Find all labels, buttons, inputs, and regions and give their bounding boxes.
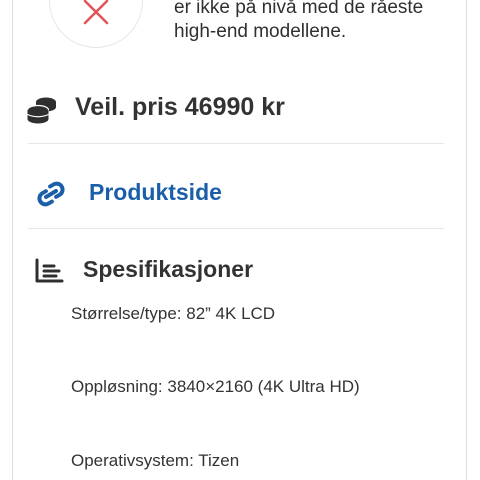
link-icon[interactable]: [34, 181, 68, 207]
con-line: high-end modellene.: [174, 21, 347, 42]
product-page-link[interactable]: Produktside: [89, 179, 222, 206]
spec-item: Oppløsning: 3840×2160 (4K Ultra HD): [71, 377, 360, 396]
spec-item: Størrelse/type: 82” 4K LCD: [71, 304, 276, 323]
divider: [28, 228, 444, 229]
coins-stack-icon: [26, 97, 56, 124]
con-description: er ikke på nivå med de råeste high-end m…: [174, 0, 423, 44]
con-icon-circle: [49, 0, 143, 48]
content-border-right: [466, 0, 467, 480]
specs-heading: Spesifikasjoner: [83, 256, 254, 282]
price-label: Veil. pris 46990 kr: [75, 93, 285, 121]
divider: [28, 143, 444, 144]
x-icon: [83, 0, 109, 25]
con-line: er ikke på nivå med de råeste: [174, 0, 424, 18]
content-border-left: [12, 0, 13, 480]
list-chart-icon: [35, 258, 64, 283]
spec-item: Operativsystem: Tizen: [71, 451, 240, 470]
